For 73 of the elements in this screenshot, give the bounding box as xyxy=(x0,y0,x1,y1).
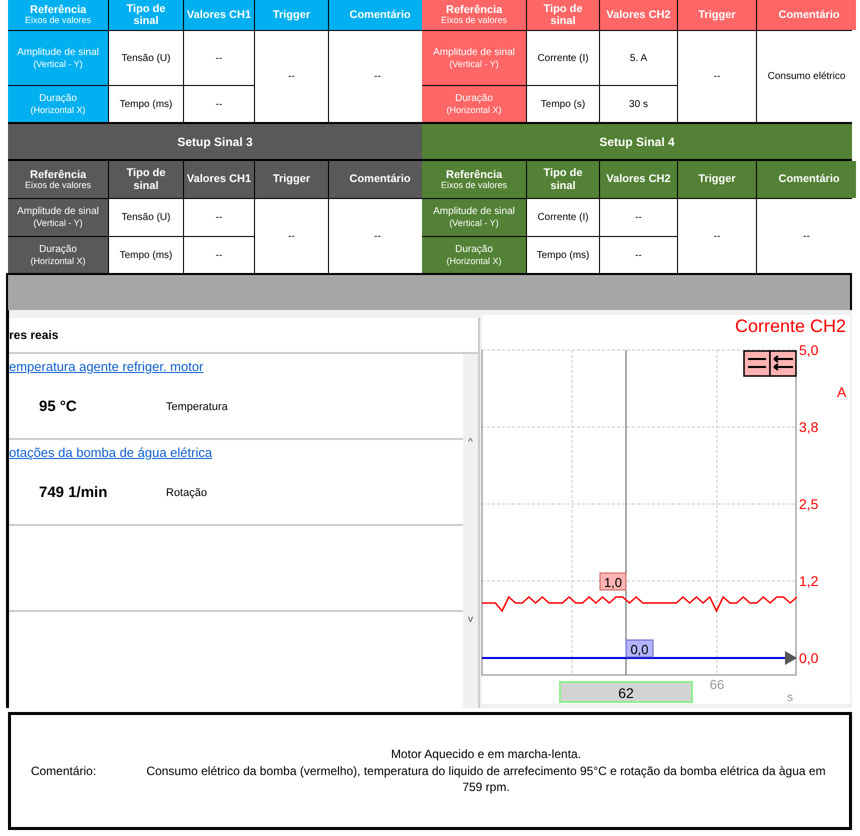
column-header: Tipo de sinal xyxy=(527,161,599,198)
reference-cell: Amplitude de sinal (Vertical - Y) xyxy=(8,199,108,236)
scroll-down-button[interactable]: v xyxy=(468,614,473,625)
unit-label: A xyxy=(837,384,846,400)
parameter-label: Rotação xyxy=(166,486,207,498)
table-cell: Tempo (ms) xyxy=(527,237,599,273)
cursor-time[interactable]: 62 xyxy=(559,681,693,703)
column-header: Trigger xyxy=(678,0,756,30)
column-header: Tipo de sinal xyxy=(109,161,183,198)
unit-label: s xyxy=(787,690,793,704)
scale-icon[interactable] xyxy=(743,350,797,377)
column-header: Referência Eixos de valores xyxy=(8,161,108,198)
parameter-value: 95 °C xyxy=(39,398,78,415)
table-cell: -- xyxy=(600,237,677,273)
table-cell: -- xyxy=(678,199,756,273)
table-cell: -- xyxy=(184,237,254,273)
axis-label: 5,0 xyxy=(799,342,818,358)
column-header: Valores CH1 xyxy=(184,0,254,30)
table-cell: 30 s xyxy=(600,86,677,122)
panel-title: res reais xyxy=(9,318,478,354)
column-header: Trigger xyxy=(255,0,328,30)
table-cell: -- xyxy=(184,86,254,122)
axis-label: 66 xyxy=(710,677,724,692)
reference-cell: Amplitude de sinal (Vertical - Y) xyxy=(422,199,526,236)
reference-cell: Amplitude de sinal (Vertical - Y) xyxy=(422,31,526,85)
column-header: Trigger xyxy=(255,161,328,198)
table-cell: Corrente (I) xyxy=(527,31,599,85)
setup-title: Setup Sinal 3 xyxy=(8,124,422,161)
table-cell: Tempo (ms) xyxy=(109,237,183,273)
table-cell: 5. A xyxy=(600,31,677,85)
column-header: Referência Eixos de valores xyxy=(8,0,108,30)
axis-label: 2,5 xyxy=(799,496,818,512)
comment-text: Consumo elétrico da bomba (vermelho), temperatura do liquido de arrefecimento 95°C e rotação da bomba elétrica da àgua em 759 rpm. xyxy=(145,762,827,796)
table-cell: -- xyxy=(600,199,677,236)
column-header: Trigger xyxy=(678,161,756,198)
column-header: Tipo de sinal xyxy=(527,0,599,30)
axis-label: 3,8 xyxy=(799,419,818,435)
parameter-value: 749 1/min xyxy=(39,484,108,501)
trace-marker[interactable]: 1,0 xyxy=(600,572,626,590)
comment-heading: Motor Aquecido e em marcha-lenta. xyxy=(390,746,582,763)
column-header: Comentário xyxy=(757,161,856,198)
table-cell: -- xyxy=(678,31,756,122)
setup-title: Setup Sinal 4 xyxy=(422,124,852,161)
column-header: Tipo de sinal xyxy=(109,0,183,30)
reference-cell: Duração (Horizontal X) xyxy=(422,237,526,273)
column-header: Valores CH1 xyxy=(184,161,254,198)
table-cell: -- xyxy=(255,199,328,273)
reference-cell: Duração (Horizontal X) xyxy=(8,237,108,273)
table-cell: Tensão (U) xyxy=(109,31,183,85)
reference-cell: Duração (Horizontal X) xyxy=(422,86,526,122)
column-header: Valores CH2 xyxy=(600,0,677,30)
column-header: Referência Eixos de valores xyxy=(422,0,526,30)
axis-label: 0,0 xyxy=(799,650,818,666)
reference-cell: Duração (Horizontal X) xyxy=(8,86,108,122)
table-cell: -- xyxy=(184,31,254,85)
column-header: Valores CH2 xyxy=(600,161,677,198)
comment-label: Comentário: xyxy=(30,764,98,778)
table-cell: Tempo (ms) xyxy=(109,86,183,122)
table-cell: Tempo (s) xyxy=(527,86,599,122)
table-cell: Tensão (U) xyxy=(109,199,183,236)
axis-label: 1,2 xyxy=(799,573,818,589)
table-cell: -- xyxy=(255,31,328,122)
column-header: Referência Eixos de valores xyxy=(422,161,526,198)
parameter-link[interactable]: emperatura agente refriger. motor xyxy=(9,359,204,374)
table-cell: Corrente (I) xyxy=(527,199,599,236)
baseline-marker[interactable]: 0,0 xyxy=(626,640,654,658)
parameter-label: Temperatura xyxy=(166,400,228,412)
scroll-up-button[interactable]: ^ xyxy=(468,437,473,448)
reference-cell: Amplitude de sinal (Vertical - Y) xyxy=(8,31,108,85)
column-header: Comentário xyxy=(757,0,856,30)
chart-title: Corrente CH2 xyxy=(734,316,846,336)
parameter-link[interactable]: otações da bomba de água elétrica xyxy=(9,445,212,460)
table-cell: -- xyxy=(184,199,254,236)
